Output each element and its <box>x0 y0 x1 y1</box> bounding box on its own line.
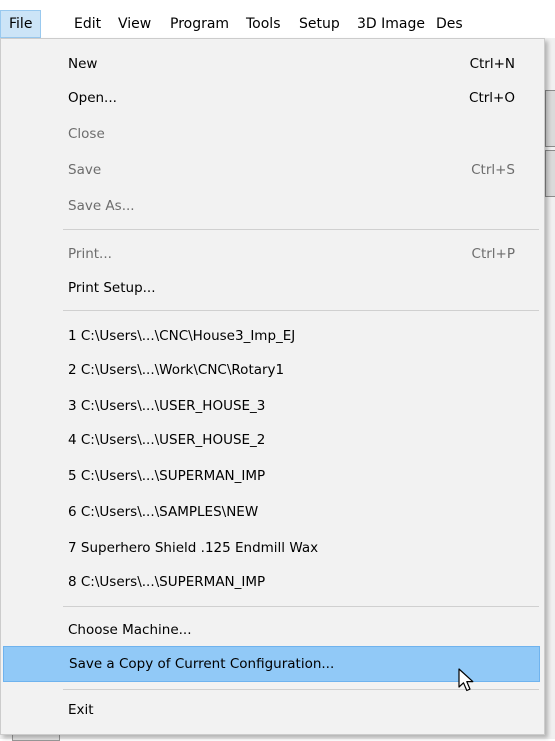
menu-item-recent-file[interactable]: 2 C:\Users\...\Work\CNC\Rotary1 <box>3 353 540 387</box>
menu-separator <box>63 606 539 607</box>
menu-item-recent-file[interactable]: 1 C:\Users\...\CNC\House3_Imp_EJ <box>3 319 540 353</box>
menu-bar: File Edit View Program Tools Setup 3D Im… <box>0 0 555 38</box>
menu-item-open[interactable]: Open... Ctrl+O <box>3 81 540 115</box>
menu-item-print[interactable]: Print... Ctrl+P <box>3 237 540 271</box>
menu-item-save[interactable]: Save Ctrl+S <box>3 153 540 187</box>
menu-item-recent-file[interactable]: 5 C:\Users\...\SUPERMAN_IMP <box>3 459 540 493</box>
menu-item-label: 3 C:\Users\...\USER_HOUSE_3 <box>68 398 266 414</box>
menu-item-recent-file[interactable]: 6 C:\Users\...\SAMPLES\NEW <box>3 495 540 529</box>
menu-item-recent-file[interactable]: 3 C:\Users\...\USER_HOUSE_3 <box>3 389 540 423</box>
menu-item-shortcut: Ctrl+N <box>469 56 515 72</box>
menu-program[interactable]: Program <box>170 11 229 37</box>
menu-item-recent-file[interactable]: 8 C:\Users\...\SUPERMAN_IMP <box>3 565 540 599</box>
menu-separator <box>63 229 539 230</box>
menu-file[interactable]: File <box>0 10 42 38</box>
menu-item-exit[interactable]: Exit <box>3 693 540 727</box>
menu-item-label: Choose Machine... <box>68 622 192 638</box>
menu-item-label: 5 C:\Users\...\SUPERMAN_IMP <box>68 468 266 484</box>
menu-item-label: Print... <box>68 246 112 262</box>
menu-item-save-as[interactable]: Save As... <box>3 189 540 223</box>
menu-item-new[interactable]: New Ctrl+N <box>3 47 540 81</box>
background-toolbar-button[interactable] <box>545 150 555 197</box>
menu-item-label: Exit <box>68 702 94 718</box>
menu-setup[interactable]: Setup <box>299 11 340 37</box>
menu-item-label: 2 C:\Users\...\Work\CNC\Rotary1 <box>68 362 285 378</box>
menu-item-shortcut: Ctrl+P <box>471 246 515 262</box>
menu-item-shortcut: Ctrl+O <box>469 90 515 106</box>
menu-item-label: Save As... <box>68 198 135 214</box>
menu-edit[interactable]: Edit <box>74 11 101 37</box>
menu-tools[interactable]: Tools <box>246 11 281 37</box>
menu-item-close[interactable]: Close <box>3 117 540 151</box>
menu-item-recent-file[interactable]: 4 C:\Users\...\USER_HOUSE_2 <box>3 423 540 457</box>
menu-item-label: Close <box>68 126 105 142</box>
menu-item-label: Print Setup... <box>68 280 156 296</box>
menu-3d-image[interactable]: 3D Image <box>357 11 425 37</box>
menu-item-label: Open... <box>68 90 117 106</box>
menu-item-label: 1 C:\Users\...\CNC\House3_Imp_EJ <box>68 328 296 344</box>
mouse-pointer-icon <box>458 668 474 692</box>
menu-item-label: New <box>68 56 98 72</box>
menu-item-print-setup[interactable]: Print Setup... <box>3 271 540 305</box>
menu-separator <box>63 310 539 311</box>
menu-item-recent-file[interactable]: 7 Superhero Shield .125 Endmill Wax <box>3 531 540 565</box>
background-toolbar-button[interactable] <box>545 90 555 147</box>
file-menu-dropdown: New Ctrl+N Open... Ctrl+O Close Save Ctr… <box>0 38 545 735</box>
menu-view[interactable]: View <box>118 11 151 37</box>
menu-item-label: Save a Copy of Current Configuration... <box>69 656 335 672</box>
menu-design[interactable]: Des <box>436 11 463 37</box>
menu-item-label: 6 C:\Users\...\SAMPLES\NEW <box>68 504 259 520</box>
menu-item-choose-machine[interactable]: Choose Machine... <box>3 613 540 647</box>
menu-item-label: 4 C:\Users\...\USER_HOUSE_2 <box>68 432 266 448</box>
menu-item-label: Save <box>68 162 102 178</box>
menu-item-label: 7 Superhero Shield .125 Endmill Wax <box>68 540 319 556</box>
menu-item-label: 8 C:\Users\...\SUPERMAN_IMP <box>68 574 266 590</box>
menu-item-shortcut: Ctrl+S <box>471 162 515 178</box>
